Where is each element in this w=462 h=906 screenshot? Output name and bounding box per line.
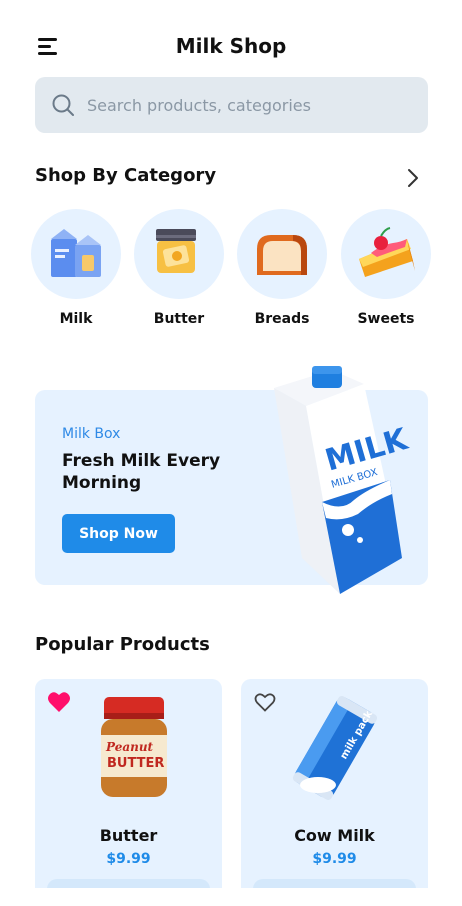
- bottom-mask: [0, 888, 462, 906]
- heart-filled-icon[interactable]: [47, 691, 71, 713]
- bread-icon: [257, 235, 307, 275]
- banner-subtitle: Milk Box: [62, 426, 121, 442]
- category-label-breads: Breads: [254, 311, 310, 327]
- product-price: $9.99: [106, 851, 151, 867]
- category-section-title: Shop By Category: [35, 165, 217, 186]
- banner-title: Fresh Milk Every Morning: [62, 451, 221, 493]
- search-icon: [52, 94, 74, 116]
- product-name: Cow Milk: [294, 826, 375, 845]
- category-milk[interactable]: Milk: [31, 209, 121, 327]
- page-title: Milk Shop: [175, 34, 287, 58]
- app-header: Milk Shop: [0, 24, 462, 70]
- heart-outline-icon[interactable]: [253, 691, 277, 713]
- milk-carton-icon: [51, 229, 101, 277]
- chevron-right-icon[interactable]: [404, 167, 422, 189]
- search-input[interactable]: [87, 77, 407, 133]
- category-butter[interactable]: Butter: [134, 209, 224, 327]
- milk-carton-image: MILK MILK BOX: [274, 366, 413, 594]
- product-card-cow-milk[interactable]: milk pack Cow Milk $9.99: [241, 679, 428, 906]
- cake-slice-icon: [359, 227, 415, 277]
- shop-now-button[interactable]: Shop Now: [62, 514, 175, 553]
- jar-label: BUTTER: [107, 756, 164, 771]
- search-bar[interactable]: [35, 77, 428, 133]
- category-breads[interactable]: Breads: [237, 209, 327, 327]
- butter-jar-image: Peanut BUTTER: [100, 697, 167, 797]
- category-label-butter: Butter: [153, 311, 205, 327]
- category-list: Milk Butter Breads Sweets: [31, 209, 433, 334]
- milk-pack-image: milk pack: [292, 696, 377, 800]
- product-card-butter[interactable]: Peanut BUTTER Butter $9.99: [35, 679, 222, 906]
- butter-jar-icon: [156, 229, 196, 273]
- category-label-sweets: Sweets: [357, 311, 415, 327]
- svg-text:Peanut: Peanut: [105, 740, 154, 754]
- product-name: Butter: [99, 826, 158, 845]
- category-label-milk: Milk: [59, 311, 93, 327]
- product-price: $9.99: [312, 851, 357, 867]
- popular-section-title: Popular Products: [35, 634, 210, 655]
- category-sweets[interactable]: Sweets: [341, 209, 431, 327]
